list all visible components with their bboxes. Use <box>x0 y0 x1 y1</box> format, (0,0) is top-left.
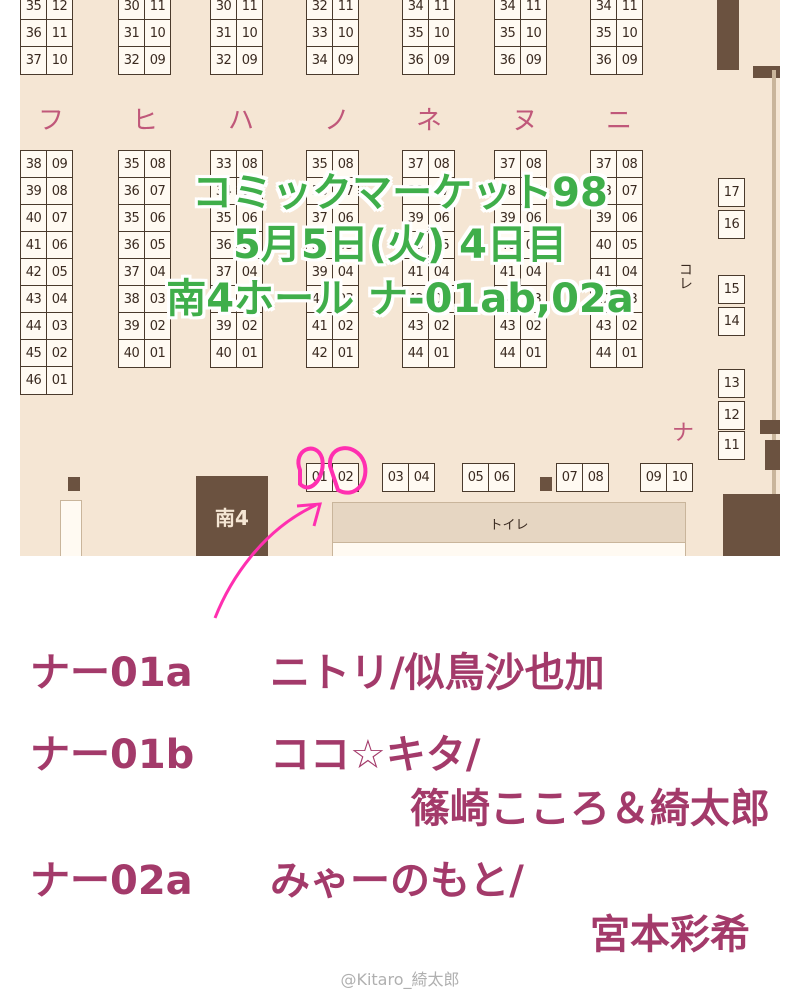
entry-code-02a: ナー02a <box>30 858 193 904</box>
entry-code-01a: ナー01a <box>30 650 193 696</box>
entry-name-02a: みゃーのもと/ <box>270 858 524 904</box>
booth-location: 南4ホール ナ-01ab,02a <box>166 276 634 322</box>
entry-name-02a-2: 宮本彩希 <box>590 912 750 958</box>
entry-name-01b-2: 篠崎こころ＆綺太郎 <box>410 786 770 832</box>
event-title: コミックマーケット98 <box>192 170 608 216</box>
watermark: @Kitaro_綺太郎 <box>340 970 460 989</box>
entry-name-01a: ニトリ/似鳥沙也加 <box>270 650 605 696</box>
entry-name-01b: ココ☆キタ/ <box>270 732 481 778</box>
circle-mark-icon <box>296 446 325 490</box>
circle-mark-icon <box>327 446 368 495</box>
event-date: 5月5日(火) 4日目 <box>233 222 567 268</box>
entry-code-01b: ナー01b <box>30 732 195 778</box>
arrow-icon <box>213 503 317 619</box>
